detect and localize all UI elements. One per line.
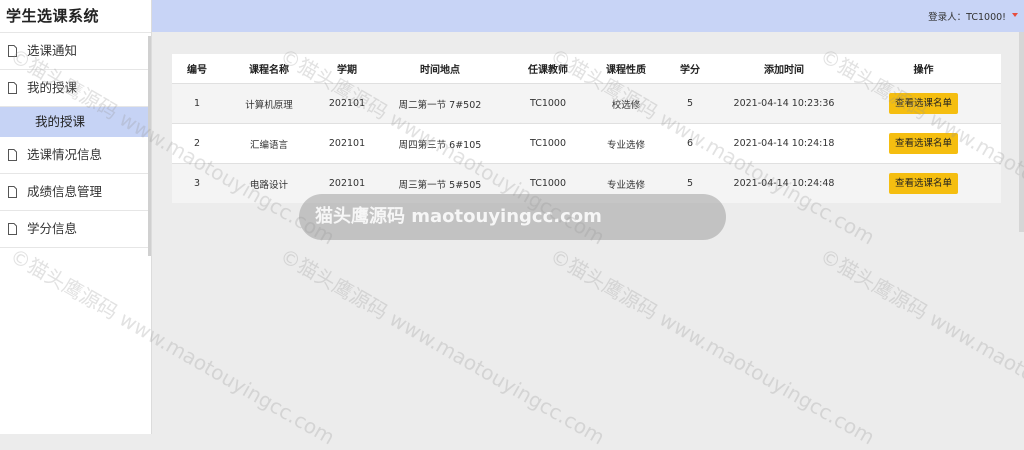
watermark-text: ©猫头鹰源码 www.maotouyingcc.com — [546, 240, 881, 450]
column-header: 课程名称 — [222, 54, 316, 84]
view-enrollment-button[interactable]: 查看选课名单 — [889, 133, 958, 154]
cell-action: 查看选课名单 — [846, 164, 1001, 204]
cell-added: 2021-04-14 10:24:48 — [722, 164, 846, 204]
column-header: 时间地点 — [378, 54, 502, 84]
view-enrollment-button[interactable]: 查看选课名单 — [889, 93, 958, 114]
column-header: 学分 — [658, 54, 722, 84]
cell-id: 1 — [172, 84, 222, 124]
document-icon — [8, 45, 17, 57]
cell-action: 查看选课名单 — [846, 124, 1001, 164]
sidebar-scrollbar[interactable] — [148, 36, 151, 256]
cell-action: 查看选课名单 — [846, 84, 1001, 124]
sidebar-item-credit-info[interactable]: 学分信息 — [0, 211, 151, 248]
table-row: 2 汇编语言 202101 周四第三节 6#105 TC1000 专业选修 6 … — [172, 124, 1001, 164]
document-icon — [8, 82, 17, 94]
cell-id: 3 — [172, 164, 222, 204]
sidebar-item-grade-management[interactable]: 成绩信息管理 — [0, 174, 151, 211]
document-icon — [8, 186, 17, 198]
course-table: 编号 课程名称 学期 时间地点 任课教师 课程性质 学分 添加时间 操作 1 计… — [172, 54, 1001, 203]
cell-time-place: 周四第三节 6#105 — [378, 124, 502, 164]
cell-teacher: TC1000 — [502, 124, 594, 164]
watermark-text: ©猫头鹰源码 www.maotouyingcc.com — [276, 240, 611, 450]
cell-nature: 专业选修 — [594, 124, 658, 164]
sidebar-subitem-label: 我的授课 — [35, 114, 85, 129]
caret-down-icon[interactable] — [1012, 13, 1018, 17]
cell-term: 202101 — [316, 84, 378, 124]
document-icon — [8, 223, 17, 235]
sidebar-item-course-notice[interactable]: 选课通知 — [0, 33, 151, 70]
column-header: 添加时间 — [722, 54, 846, 84]
table-header-row: 编号 课程名称 学期 时间地点 任课教师 课程性质 学分 添加时间 操作 — [172, 54, 1001, 84]
sidebar-item-label: 选课情况信息 — [27, 147, 102, 162]
cell-added: 2021-04-14 10:23:36 — [722, 84, 846, 124]
column-header: 操作 — [846, 54, 1001, 84]
watermark-text: ©猫头鹰源码 www.maotouyingcc.com — [816, 240, 1024, 450]
sidebar-subitem-my-teaching[interactable]: 我的授课 — [0, 107, 151, 137]
cell-course: 计算机原理 — [222, 84, 316, 124]
view-enrollment-button[interactable]: 查看选课名单 — [889, 173, 958, 194]
document-icon — [8, 149, 17, 161]
cell-time-place: 周二第一节 7#502 — [378, 84, 502, 124]
cell-added: 2021-04-14 10:24:18 — [722, 124, 846, 164]
sidebar-item-label: 学分信息 — [27, 221, 77, 236]
app-title: 学生选课系统 — [0, 0, 151, 33]
cell-id: 2 — [172, 124, 222, 164]
sidebar-item-label: 选课通知 — [27, 43, 77, 58]
watermark-banner: 猫头鹰源码 maotouyingcc.com — [299, 194, 726, 240]
main-scrollbar[interactable] — [1019, 32, 1024, 232]
cell-term: 202101 — [316, 124, 378, 164]
cell-nature: 校选修 — [594, 84, 658, 124]
sidebar: 学生选课系统 选课通知 我的授课 我的授课 选课情况信息 成绩信息管理 学分信息 — [0, 0, 152, 434]
table-row: 1 计算机原理 202101 周二第一节 7#502 TC1000 校选修 5 … — [172, 84, 1001, 124]
column-header: 学期 — [316, 54, 378, 84]
column-header: 课程性质 — [594, 54, 658, 84]
cell-course: 电路设计 — [222, 164, 316, 204]
cell-credit: 5 — [658, 84, 722, 124]
cell-teacher: TC1000 — [502, 84, 594, 124]
cell-credit: 6 — [658, 124, 722, 164]
sidebar-item-my-teaching[interactable]: 我的授课 — [0, 70, 151, 107]
sidebar-item-selection-info[interactable]: 选课情况信息 — [0, 137, 151, 174]
sidebar-item-label: 成绩信息管理 — [27, 184, 102, 199]
column-header: 任课教师 — [502, 54, 594, 84]
column-header: 编号 — [172, 54, 222, 84]
sidebar-item-label: 我的授课 — [27, 80, 77, 95]
user-menu[interactable]: 登录人：TC1000! — [928, 9, 1006, 23]
cell-course: 汇编语言 — [222, 124, 316, 164]
header-bar: 登录人：TC1000! — [152, 0, 1024, 32]
